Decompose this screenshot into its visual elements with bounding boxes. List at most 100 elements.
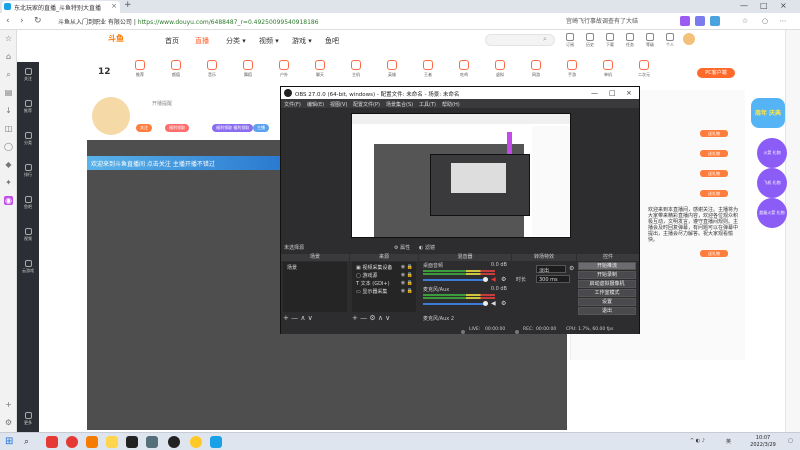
muted-speaker-icon[interactable]: ◀ [491,276,496,283]
close-window-button[interactable]: × [780,1,787,10]
forward-button[interactable]: › [20,16,24,26]
clock[interactable]: 10:07 2022/3/29 [740,435,786,449]
category-item[interactable]: 推荐 [126,60,154,78]
category-item[interactable]: 王者 [414,60,442,78]
volume-knob[interactable] [483,301,488,306]
nav-video[interactable]: 视频 ▾ [259,36,279,46]
app-icon[interactable] [86,436,98,448]
streamer-tag[interactable]: 福利领取 [165,124,189,132]
start-icon[interactable]: ⊞ [5,436,17,448]
visibility-icon[interactable]: ◉ 🔒 [401,288,413,294]
refresh-button[interactable]: ↻ [34,16,42,26]
menu-scene-collection[interactable]: 场景集合(S) [386,101,413,108]
extension-icon[interactable] [680,16,690,26]
scene-item[interactable]: 场景 [287,264,297,271]
apps-icon[interactable]: ◫ [4,124,13,133]
profile-icon[interactable]: ○ [760,16,770,26]
app-icon[interactable] [106,436,118,448]
category-item[interactable]: 户外 [270,60,298,78]
history-icon[interactable]: ▤ [4,88,13,97]
pc-client-button[interactable]: PC客户端 [697,68,735,78]
category-item[interactable]: 舞蹈 [234,60,262,78]
home-icon[interactable]: ⌂ [4,52,13,61]
properties-button[interactable]: ⚙ 属性 [394,244,410,251]
user-icon[interactable]: 个人 [662,33,678,48]
gear-icon[interactable]: ⚙ [501,276,506,283]
subscribe-icon[interactable]: 订阅 [562,33,578,48]
streamer-tag[interactable]: 主播 [253,124,269,132]
maximize-window-button[interactable]: □ [760,1,768,10]
follow-tag[interactable]: 关注 [136,124,152,132]
gift-button[interactable]: 送礼物 [700,170,728,177]
chat-icon[interactable]: ◯ [4,142,13,151]
left-menu-item[interactable]: 视频 [19,228,37,242]
speaker-icon[interactable]: ◀ [491,300,496,307]
download-icon[interactable]: 下载 [602,33,618,48]
settings-icon[interactable]: ⚙ [4,418,13,427]
menu-tools[interactable]: 工具(T) [419,101,436,108]
browser-taskbar-icon[interactable] [210,436,222,448]
category-item[interactable]: 颜值 [162,60,190,78]
category-item[interactable]: 英雄 [378,60,406,78]
category-item[interactable]: 音乐 [198,60,226,78]
level-icon[interactable]: 等级 [642,33,658,48]
gear-icon[interactable]: ⚙ [569,265,574,272]
volume-knob[interactable] [483,277,488,282]
more-menu-icon[interactable]: ⋯ [778,16,788,26]
download-icon[interactable]: ↓ [4,106,13,115]
gift-button[interactable]: 送礼物 [700,250,728,257]
obs-maximize-button[interactable]: □ [609,89,616,97]
left-menu-item[interactable]: 云游戏 [19,260,37,274]
anniversary-badge[interactable]: 周年 庆典 [751,98,785,128]
volume-slider[interactable] [423,303,485,305]
source-item[interactable]: T 文本 (GDI+) [356,280,390,287]
left-menu-item[interactable]: 推荐 [19,100,37,114]
streamer-avatar[interactable] [92,97,130,135]
obs-preview[interactable] [281,108,639,241]
left-menu-item[interactable]: 更多 [19,412,37,426]
url-input[interactable]: 斗鱼从入门到职业 有限公司 | https://www.douyu.com/64… [58,16,488,27]
scenes-toolbar[interactable]: + — ∧ ∨ [283,314,313,322]
task-icon[interactable]: 任务 [622,33,638,48]
category-item[interactable]: 二次元 [630,60,658,78]
close-tab-icon[interactable]: × [111,2,117,10]
tools-icon[interactable]: ✦ [4,178,13,187]
category-item[interactable]: 虚拟 [486,60,514,78]
streamer-reminder[interactable]: 开播提醒 [152,100,172,107]
start-recording-button[interactable]: 开始录制 [578,271,636,279]
tray-icons[interactable]: ^ ◐ ♪ [690,438,705,444]
back-button[interactable]: ‹ [6,16,10,26]
nav-yuba[interactable]: 鱼吧 [325,36,339,46]
exit-button[interactable]: 退出 [578,307,636,315]
source-item[interactable]: ▭ 显示器采集 [356,288,387,295]
sources-toolbar[interactable]: + — ⚙ ∧ ∨ [352,314,390,322]
browser-tab[interactable]: 东北玩家的直播_斗鱼特别大直播 × [2,1,120,13]
collections-icon[interactable]: ☆ [740,16,750,26]
menu-file[interactable]: 文件(F) [284,101,301,108]
category-item[interactable]: 网游 [522,60,550,78]
obs-title-bar[interactable]: OBS 27.0.0 (64-bit, windows) - 配置文件: 未命名… [281,87,639,99]
duration-input[interactable]: 300 ms [536,275,570,283]
menu-edit[interactable]: 编辑(E) [307,101,324,108]
obs-taskbar-icon[interactable] [168,436,180,448]
input-method[interactable]: 英 [726,438,731,445]
gift-button[interactable]: 送礼物 [700,150,728,157]
player-banner[interactable]: 欢迎来到斗鱼直播间 点击关注 主播开播不错过 [87,156,280,170]
minimize-window-button[interactable]: — [740,1,748,10]
app-icon[interactable] [126,436,138,448]
gift-super-rocket-icon[interactable]: 超级火箭 礼物 [757,198,787,228]
notification-icon[interactable]: ▢ [788,438,793,444]
menu-view[interactable]: 视图(V) [330,101,347,108]
extension-icon[interactable]: ◉ [4,196,13,205]
filters-button[interactable]: ◐ 滤镜 [419,244,435,251]
nav-home[interactable]: 首页 [165,36,179,46]
start-streaming-button[interactable]: 开始推流 [578,262,636,270]
add-icon[interactable]: + [4,400,13,409]
menu-help[interactable]: 帮助(H) [442,101,460,108]
avatar[interactable] [683,33,695,45]
app-icon[interactable] [66,436,78,448]
visibility-icon[interactable]: ◉ 🔒 [401,280,413,286]
visibility-icon[interactable]: ◉ 🔒 [401,272,413,278]
gift-plane-icon[interactable]: 飞机 礼物 [757,168,787,198]
streamer-tag[interactable]: 福利领取 福利领取 [212,124,254,132]
